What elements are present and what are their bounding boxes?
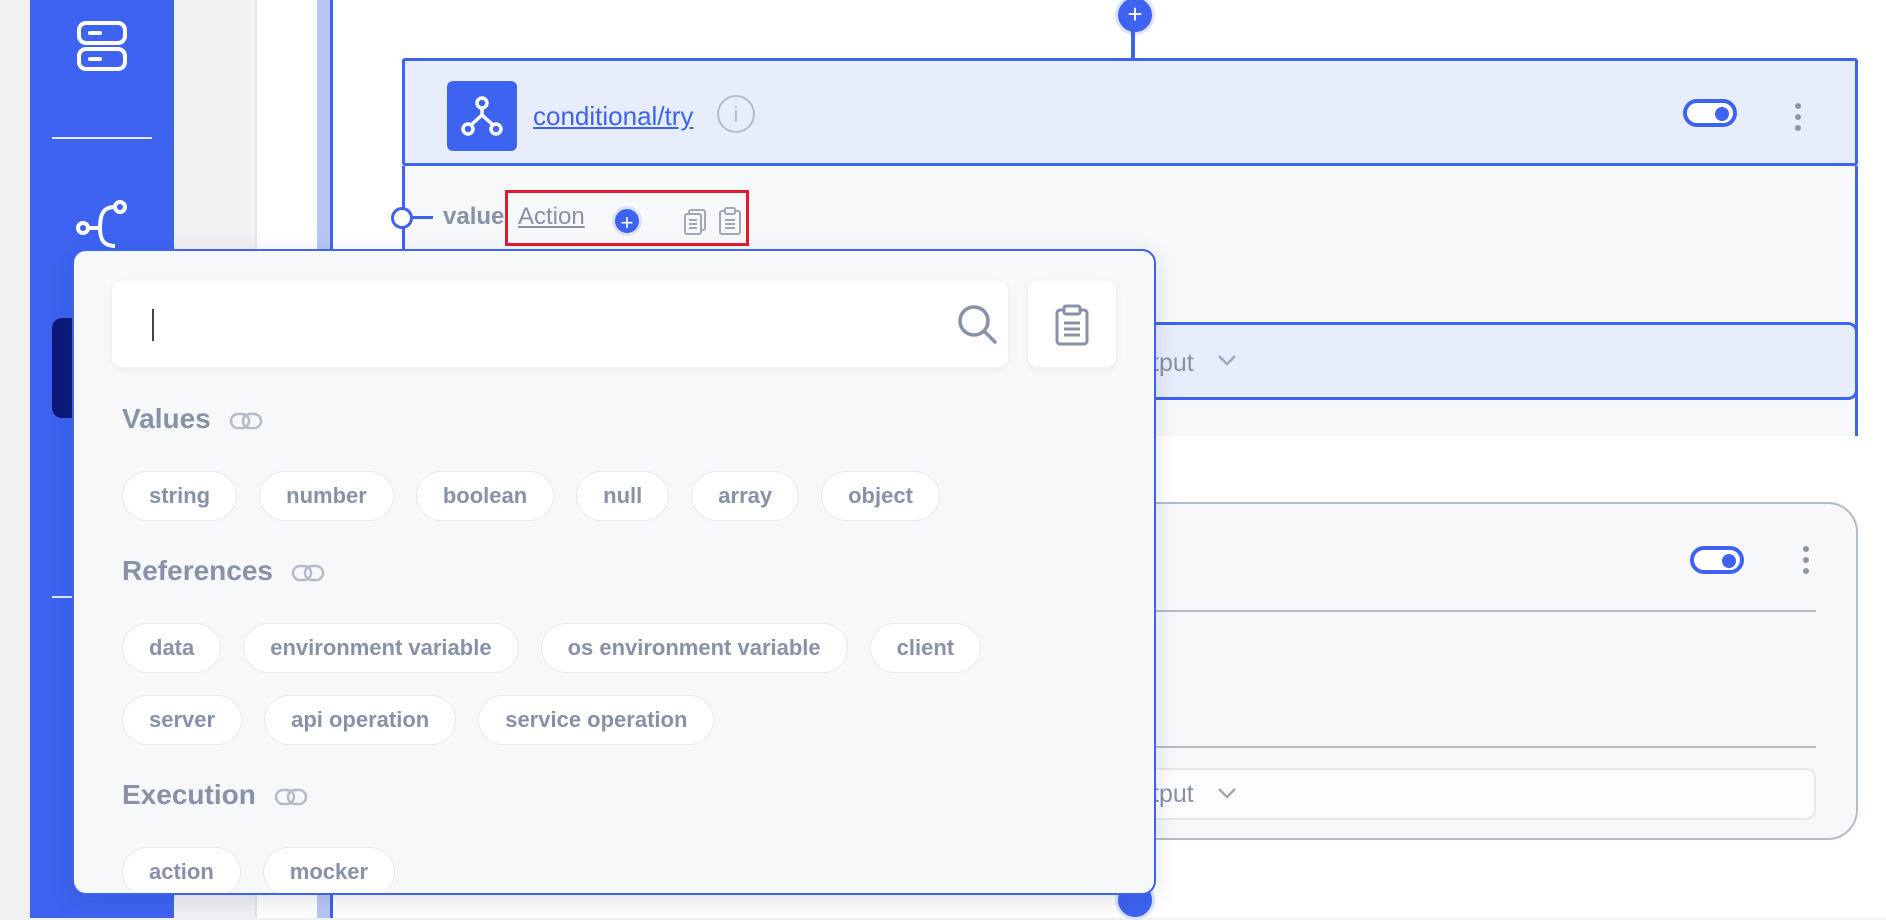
action-link[interactable]: Action — [518, 203, 585, 231]
section-title-text: References — [122, 555, 273, 586]
section-title-execution: Execution — [122, 779, 308, 811]
chip-row-execution: action mocker — [122, 847, 396, 893]
output-label: tput — [1152, 780, 1194, 808]
search-icon[interactable] — [956, 303, 998, 350]
toggle-icon[interactable] — [1683, 99, 1737, 127]
node-title-link[interactable]: conditional/try — [533, 101, 693, 132]
branch-icon — [447, 81, 517, 151]
section-title-text: Values — [122, 403, 211, 434]
link-icon[interactable] — [281, 555, 325, 586]
chip-os-environment-variable[interactable]: os environment variable — [540, 623, 848, 673]
chip-row-references: data environment variable os environment… — [122, 623, 982, 673]
chevron-down-icon — [1216, 353, 1238, 372]
kebab-icon[interactable] — [1795, 103, 1801, 136]
chip-array[interactable]: array — [691, 471, 800, 521]
chip-api-operation[interactable]: api operation — [264, 695, 457, 745]
paste-icon[interactable] — [718, 206, 742, 241]
toggle-icon[interactable] — [1690, 546, 1744, 574]
try-node-header: conditional/try i — [402, 58, 1858, 166]
output-selector[interactable]: tput — [1140, 322, 1858, 400]
add-value-popup: Values string number boolean null array … — [72, 249, 1156, 895]
chip-row-values: string number boolean null array object — [122, 471, 940, 521]
flow-icon[interactable] — [76, 198, 130, 255]
connector-line — [413, 216, 433, 219]
chip-action[interactable]: action — [122, 847, 241, 893]
link-icon[interactable] — [219, 403, 263, 434]
chip-row-references-2: server api operation service operation — [122, 695, 715, 745]
kebab-icon[interactable] — [1803, 546, 1809, 579]
chip-null[interactable]: null — [576, 471, 670, 521]
divider — [1140, 746, 1816, 748]
database-icon[interactable] — [76, 20, 128, 77]
chip-data[interactable]: data — [122, 623, 222, 673]
add-icon[interactable]: + — [612, 206, 642, 236]
value-label: value — [443, 203, 505, 230]
chip-number[interactable]: number — [259, 471, 394, 521]
chip-boolean[interactable]: boolean — [415, 471, 555, 521]
paste-button[interactable] — [1028, 281, 1116, 367]
chip-object[interactable]: object — [821, 471, 940, 521]
info-icon[interactable]: i — [717, 95, 755, 133]
output-label: tput — [1152, 349, 1194, 377]
step-node: tput — [1140, 502, 1858, 840]
sidebar-divider — [52, 137, 152, 139]
chip-string[interactable]: string — [122, 471, 238, 521]
sidebar-active-indicator — [52, 318, 72, 418]
chevron-down-icon — [1216, 786, 1238, 805]
paste-icon — [1054, 303, 1090, 352]
divider — [1140, 610, 1816, 612]
chip-server[interactable]: server — [122, 695, 243, 745]
section-title-text: Execution — [122, 779, 256, 810]
copy-icon[interactable] — [683, 208, 707, 241]
link-icon[interactable] — [264, 779, 308, 810]
search-box[interactable] — [112, 281, 1008, 367]
chip-client[interactable]: client — [869, 623, 982, 673]
section-title-values: Values — [122, 403, 263, 435]
output-selector[interactable]: tput — [1140, 768, 1816, 820]
chip-environment-variable[interactable]: environment variable — [243, 623, 519, 673]
text-caret — [152, 309, 154, 341]
search-input[interactable] — [142, 301, 906, 349]
chip-mocker[interactable]: mocker — [262, 847, 396, 893]
value-port[interactable] — [391, 207, 413, 229]
section-title-references: References — [122, 555, 325, 587]
chip-service-operation[interactable]: service operation — [478, 695, 715, 745]
